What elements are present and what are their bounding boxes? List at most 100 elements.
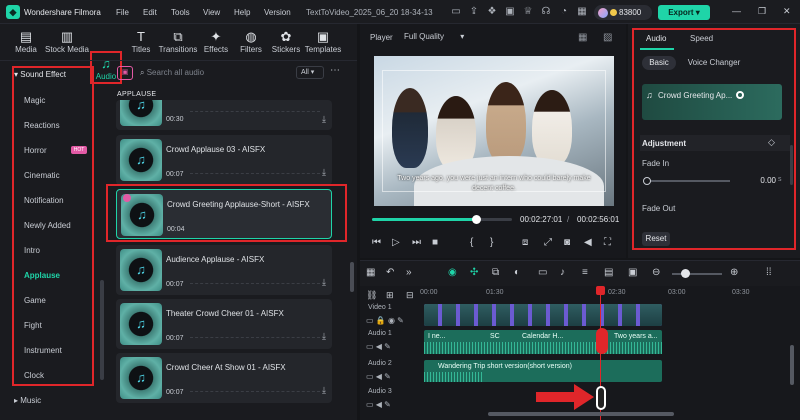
subtab-voice-changer[interactable]: Voice Changer	[684, 56, 744, 70]
timeline-hscrollbar[interactable]	[488, 412, 674, 416]
sidebar-item-music[interactable]: ▸ Music	[14, 396, 41, 405]
play-icon[interactable]: ▷	[392, 237, 400, 248]
sidebar-item-newly-added[interactable]: Newly Added	[24, 221, 71, 230]
close-icon[interactable]: ✕	[783, 6, 791, 17]
marker-icon[interactable]: ▭	[538, 267, 547, 278]
track-controls[interactable]: ▭ ◀ ✎	[366, 372, 391, 381]
zoom-in-icon[interactable]: ⊕	[730, 267, 738, 278]
ripple-icon[interactable]: ⊟	[406, 290, 414, 301]
sidebar-item-applause[interactable]: Applause	[24, 271, 60, 280]
search-input[interactable]: ⌕ Search all audio	[140, 64, 290, 82]
fade-in-slider[interactable]	[646, 180, 730, 182]
fade-in-slider-knob[interactable]	[643, 177, 651, 185]
video-clip[interactable]	[622, 304, 636, 326]
sidebar-item-fight[interactable]: Fight	[24, 321, 42, 330]
sidebar-item-cinematic[interactable]: Cinematic	[24, 171, 60, 180]
download-icon[interactable]: ⤓	[322, 167, 326, 178]
video-clip[interactable]	[442, 304, 456, 326]
grid-layout-icon[interactable]: ⁞⁞	[766, 267, 772, 278]
zoom-out-icon[interactable]: ⊖	[652, 267, 660, 278]
mark-in-icon[interactable]: {	[470, 237, 473, 248]
sidebar-header[interactable]: ▾ Sound Effect	[14, 70, 66, 79]
tab-audio-properties[interactable]: Audio	[646, 34, 666, 43]
sidebar-scrollbar[interactable]	[100, 280, 104, 380]
expand-icon[interactable]: ⛶	[604, 237, 611, 248]
monitor-icon[interactable]: ▭	[450, 6, 462, 18]
video-clip[interactable]	[424, 304, 438, 326]
timeline-ruler[interactable]: 00:00 01:30 02:30 03:00 03:30	[420, 289, 800, 299]
sidebar-item-horror[interactable]: Horror	[24, 146, 47, 155]
quality-select[interactable]: Full Quality ▾	[400, 30, 476, 44]
video-clip[interactable]	[640, 304, 662, 326]
menu-version[interactable]: Version	[264, 8, 291, 17]
sidebar-item-magic[interactable]: Magic	[24, 96, 45, 105]
detach-icon[interactable]: ⧉	[492, 267, 499, 278]
track-controls[interactable]: ▭ ◀ ✎	[366, 400, 391, 409]
camera-icon[interactable]: ◙	[564, 237, 570, 248]
sidebar-item-clock[interactable]: Clock	[24, 371, 44, 380]
crown-icon[interactable]: ♕	[522, 6, 534, 18]
export-button[interactable]: Export ▾	[658, 5, 710, 20]
download-icon[interactable]: ⤓	[322, 114, 326, 125]
text-to-speech-icon[interactable]: ▤	[604, 267, 613, 278]
video-clip[interactable]	[478, 304, 492, 326]
microphone-icon[interactable]: ♪	[560, 267, 565, 278]
tab-stickers[interactable]: ✿ Stickers	[270, 26, 302, 60]
video-clip[interactable]	[568, 304, 582, 326]
minimize-icon[interactable]: —	[732, 6, 741, 16]
restore-icon[interactable]: ❐	[758, 6, 766, 17]
properties-scrollbar[interactable]	[790, 145, 793, 185]
download-icon[interactable]: ⤓	[322, 331, 326, 342]
render-icon[interactable]: ⧈	[522, 237, 528, 248]
fullscreen-icon[interactable]: ⤢	[544, 237, 552, 248]
voiceover-icon[interactable]: ≡	[582, 267, 588, 278]
crop-icon[interactable]: ▣	[628, 267, 637, 278]
fade-in-value[interactable]: 0.00	[736, 174, 776, 187]
tab-transitions[interactable]: ⧉ Transitions	[158, 26, 198, 60]
sidebar-item-game[interactable]: Game	[24, 296, 46, 305]
download-icon[interactable]: ⤓	[322, 385, 326, 396]
menu-file[interactable]: File	[116, 8, 129, 17]
link-icon[interactable]: ⛓	[366, 290, 377, 301]
video-track-clips[interactable]	[424, 304, 662, 326]
video-clip[interactable]	[460, 304, 474, 326]
tab-templates[interactable]: ▣ Templates	[304, 26, 342, 60]
audio-item[interactable]: ♫ Audience Applause - AISFX 00:07 ⤓	[116, 245, 332, 295]
reset-button[interactable]: Reset	[642, 232, 670, 246]
sidebar-item-intro[interactable]: Intro	[24, 246, 40, 255]
audio-item[interactable]: ♫ Crowd Cheer At Show 01 - AISFX 00:07 ⤓	[116, 353, 332, 403]
video-clip[interactable]	[496, 304, 510, 326]
mark-out-icon[interactable]: }	[490, 237, 493, 248]
tab-titles[interactable]: T Titles	[126, 26, 156, 60]
filter-select[interactable]: All ▾	[296, 66, 324, 79]
audio-item[interactable]: ♫ Crowd Applause 03 - AISFX 00:07 ⤓	[116, 135, 332, 185]
tab-effects[interactable]: ✦ Effects	[200, 26, 232, 60]
prev-frame-icon[interactable]: ⏮	[372, 237, 381, 248]
tab-media[interactable]: ▤ Media	[10, 26, 42, 60]
audio-item[interactable]: ♫ 00:30 ⤓	[116, 100, 332, 130]
add-track-icon[interactable]: ⊞	[386, 290, 394, 301]
favorites-icon[interactable]: ▣	[117, 66, 133, 80]
track-controls[interactable]: ▭ ◀ ✎	[366, 342, 391, 351]
clip-volume-knob[interactable]	[736, 91, 744, 99]
video-preview[interactable]: Two years ago, you were just an intern w…	[374, 56, 614, 206]
playback-progress-knob[interactable]	[472, 215, 481, 224]
save-icon[interactable]: ▣	[504, 6, 516, 18]
forward-icon[interactable]: »	[406, 267, 412, 278]
menu-view[interactable]: View	[203, 8, 220, 17]
headset-icon[interactable]: ☊	[540, 6, 552, 18]
credits-badge[interactable]: 83800	[594, 5, 652, 20]
video-clip[interactable]	[514, 304, 528, 326]
undo-icon[interactable]: ↶	[386, 267, 394, 278]
audio1-track-clips[interactable]: I ne... SC Calendar H... Two years a...	[424, 330, 662, 354]
download-icon[interactable]: ⤓	[322, 277, 326, 288]
video-clip[interactable]	[586, 304, 600, 326]
audio2-track-clip[interactable]: Wandering Trip short version(short versi…	[424, 360, 662, 382]
menu-help[interactable]: Help	[234, 8, 250, 17]
bell-icon[interactable]: ◔	[558, 6, 570, 18]
sidebar-item-reactions[interactable]: Reactions	[24, 121, 60, 130]
tab-filters[interactable]: ◍ Filters	[236, 26, 266, 60]
stop-icon[interactable]: ■	[432, 237, 438, 248]
grid-icon[interactable]: ▦	[576, 6, 588, 18]
timeline-vscrollbar[interactable]	[790, 345, 794, 385]
